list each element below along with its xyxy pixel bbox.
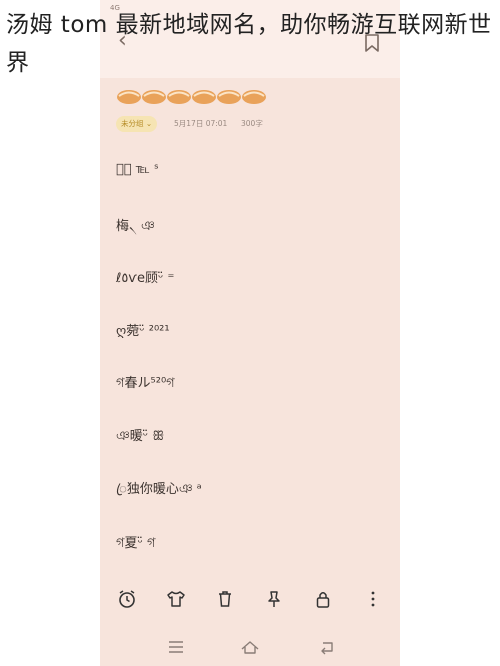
pin-icon[interactable] <box>264 589 284 609</box>
note-line-3: ℓ٥ѵe顾ᵕ̈ ⁼ <box>116 271 175 286</box>
bun-sticker-icon <box>217 90 241 104</box>
bun-sticker-icon <box>192 90 216 104</box>
more-icon[interactable] <box>363 589 383 609</box>
menu-icon[interactable] <box>166 638 186 656</box>
bun-sticker-icon <box>242 90 266 104</box>
note-line-5: গ春ル⁵²⁰গ <box>116 376 175 391</box>
overlay-caption: 汤姆 tom 最新地域网名，助你畅游互联网新世界 <box>6 12 492 76</box>
category-dropdown[interactable]: 未分组 ⌄ <box>116 116 158 132</box>
chevron-down-icon: ⌄ <box>145 119 153 128</box>
bun-sticker-icon <box>117 90 141 104</box>
bun-sticker-icon <box>142 90 166 104</box>
shirt-icon[interactable] <box>166 589 186 609</box>
note-date: 5月17日 07:01 <box>174 119 228 128</box>
decorative-stickers <box>116 86 276 108</box>
note-char-count: 300字 <box>241 119 263 128</box>
note-toolbar <box>100 580 400 618</box>
back-nav-icon[interactable] <box>317 638 337 656</box>
note-line-7: ꦿ独你暖心ঞ ᵃ <box>116 482 202 497</box>
note-line-6: ঞ暖ᵕ̈ ꕥ <box>116 429 165 444</box>
note-line-2: 梅৲ ঞ <box>116 219 155 234</box>
note-line-8: গ夏ᵕ̈ গ <box>116 536 156 551</box>
home-icon[interactable] <box>240 638 260 656</box>
category-label: 未分组 <box>121 119 144 128</box>
note-meta: 未分组 ⌄ 5月17日 07:01 300字 <box>116 116 316 132</box>
system-nav-bar <box>100 626 400 666</box>
trash-icon[interactable] <box>215 589 235 609</box>
note-line-1: 颜⃢ ℡ ˢ <box>116 162 159 177</box>
alarm-icon[interactable] <box>117 589 137 609</box>
bun-sticker-icon <box>167 90 191 104</box>
note-line-4: ღ菀ᵕ̈ ²⁰²¹ <box>116 324 170 339</box>
lock-icon[interactable] <box>313 589 333 609</box>
